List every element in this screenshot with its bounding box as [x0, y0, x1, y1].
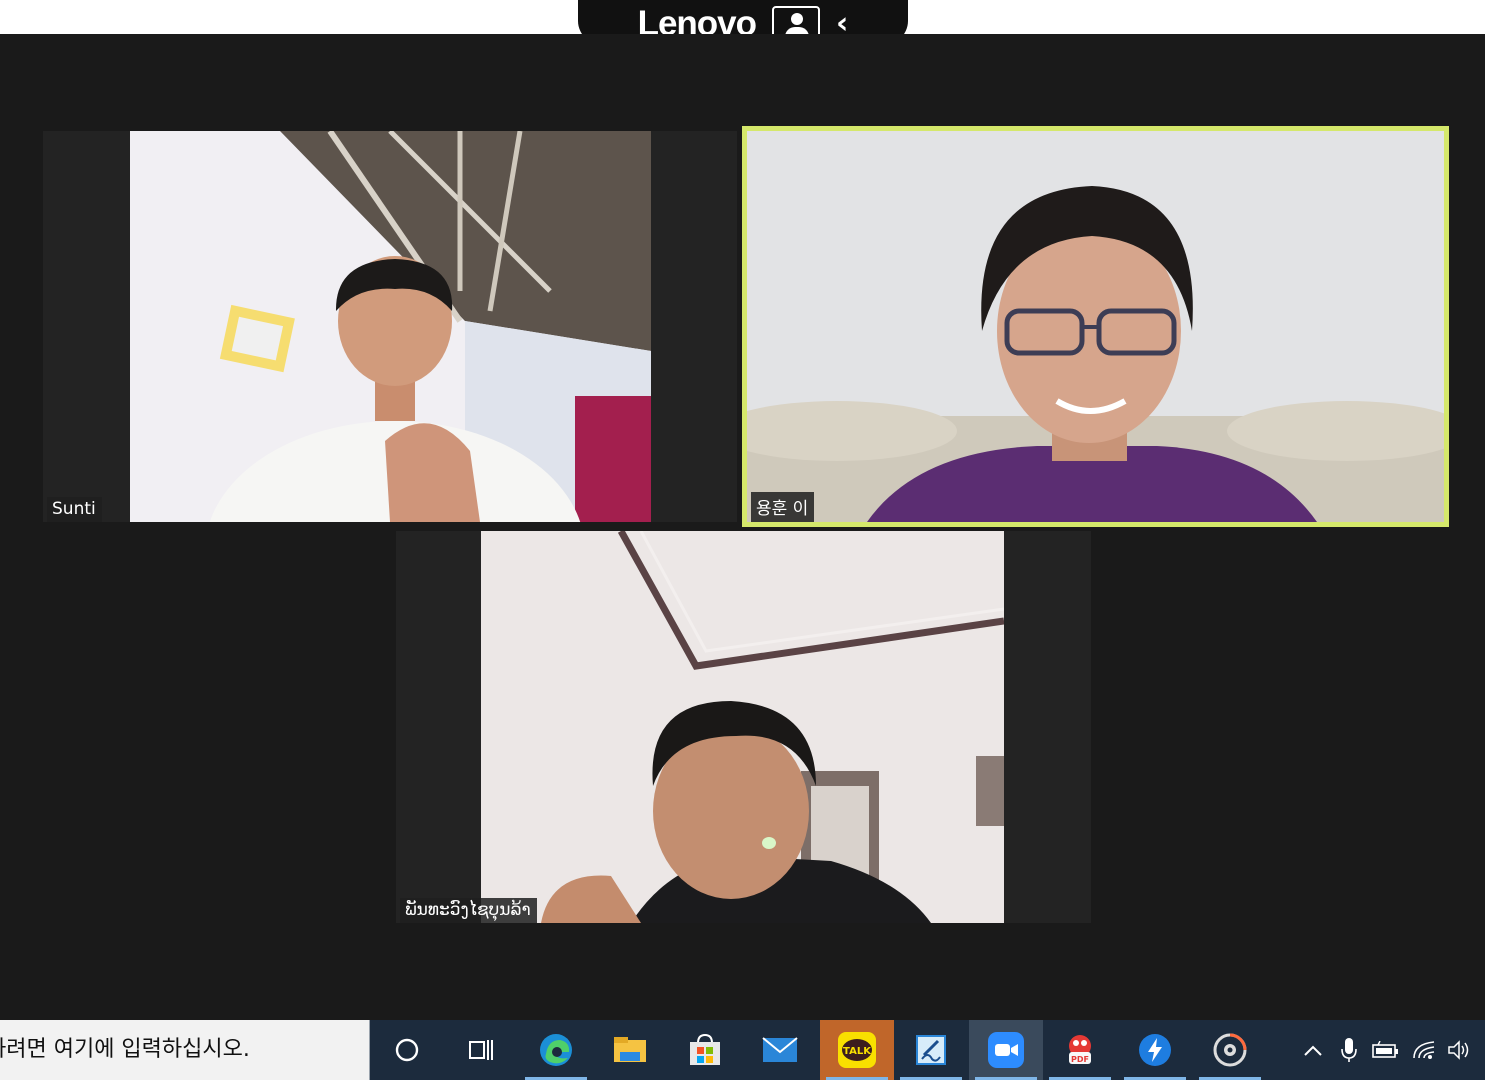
kakaotalk-icon[interactable]: TALK — [820, 1020, 894, 1080]
task-view-icon[interactable] — [444, 1020, 518, 1080]
edge-browser-icon[interactable] — [519, 1020, 593, 1080]
search-placeholder: 하려면 여기에 입력하십시오. — [0, 1037, 250, 1062]
participant-video — [130, 131, 651, 522]
notepad-app-icon[interactable] — [894, 1020, 968, 1080]
windows-taskbar: 하려면 여기에 입력하십시오. TALK PDF — [0, 1020, 1485, 1080]
volume-icon[interactable] — [1442, 1020, 1476, 1080]
participant-video — [747, 131, 1444, 522]
oem-toolbar: Lenovo ‹ — [0, 0, 1485, 47]
file-explorer-icon[interactable] — [593, 1020, 667, 1080]
wifi-icon[interactable] — [1406, 1020, 1442, 1080]
participant-tile-active-speaker[interactable]: 용훈 이 — [742, 126, 1449, 527]
participant-video — [481, 531, 1004, 923]
participant-name-label: Sunti — [47, 497, 102, 522]
participant-name-label: 용훈 이 — [751, 492, 815, 522]
participant-name-label: ພັນທະວົງໄຊບຸນລ້າ — [400, 898, 537, 923]
microsoft-store-icon[interactable] — [668, 1020, 742, 1080]
lightning-app-icon[interactable] — [1118, 1020, 1192, 1080]
participant-tile-sunti[interactable]: Sunti — [43, 131, 737, 522]
media-player-icon[interactable] — [1193, 1020, 1267, 1080]
zoom-icon[interactable] — [969, 1020, 1043, 1080]
cortana-circle-icon[interactable] — [370, 1020, 444, 1080]
pdf-label: PDF — [1071, 1055, 1089, 1064]
pdf-app-icon[interactable]: PDF — [1043, 1020, 1117, 1080]
microphone-icon[interactable] — [1334, 1020, 1364, 1080]
zoom-gallery-view: Sunti 용훈 이 ພັນທະວົງໄຊບຸນລ້າ — [0, 34, 1485, 1020]
show-hidden-chevron-icon[interactable] — [1298, 1020, 1328, 1080]
mail-icon[interactable] — [743, 1020, 817, 1080]
participant-tile-lao[interactable]: ພັນທະວົງໄຊບຸນລ້າ — [396, 531, 1091, 923]
battery-icon[interactable] — [1368, 1020, 1404, 1080]
kakaotalk-label: TALK — [843, 1046, 872, 1057]
taskbar-search-box[interactable]: 하려면 여기에 입력하십시오. — [0, 1020, 370, 1080]
